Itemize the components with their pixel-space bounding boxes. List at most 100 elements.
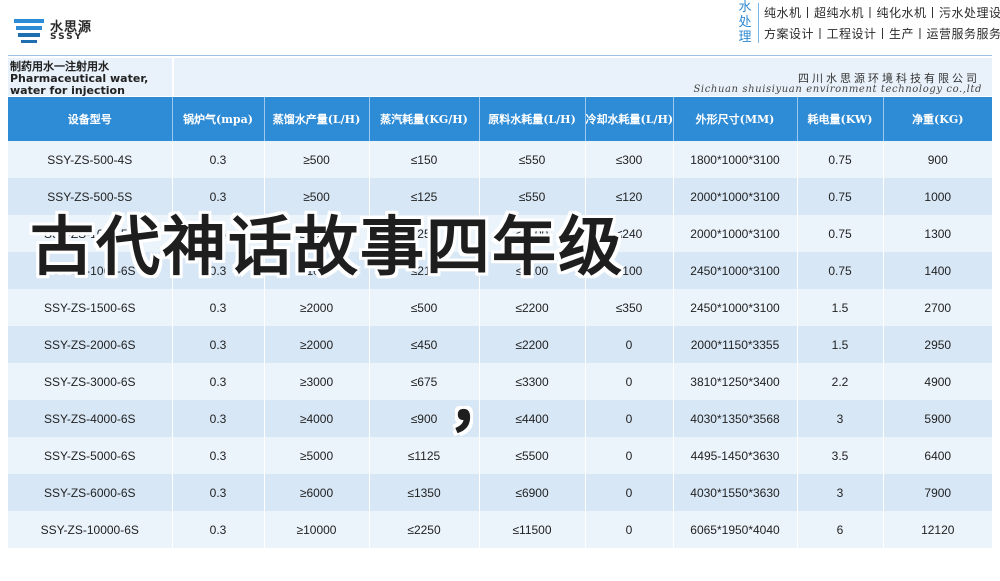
side-char: 处 bbox=[738, 15, 752, 30]
table-cell: SSY-ZS-5000-6S bbox=[8, 437, 173, 474]
table-cell: ≤550 bbox=[479, 141, 586, 178]
service-divider bbox=[758, 3, 759, 43]
table-cell: ≤1350 bbox=[369, 474, 480, 511]
table-cell: 2450*1000*3100 bbox=[673, 289, 798, 326]
column-header: 蒸馏水产量(L/H) bbox=[264, 97, 370, 141]
table-cell: 0.75 bbox=[797, 141, 884, 178]
table-cell: ≤350 bbox=[585, 289, 674, 326]
table-cell: ≤300 bbox=[585, 141, 674, 178]
table-cell: ≤150 bbox=[369, 141, 480, 178]
table-cell: ≥500 bbox=[264, 141, 370, 178]
table-cell: SSY-ZS-10000-6S bbox=[8, 511, 173, 548]
table-cell: ≤6900 bbox=[479, 474, 586, 511]
column-header: 耗电量(KW) bbox=[797, 97, 884, 141]
table-cell: ≤2250 bbox=[369, 511, 480, 548]
table-row: SSY-ZS-6000-6S 0.3 ≥6000 ≤1350 ≤6900 0 4030*15… bbox=[8, 474, 992, 511]
header-rule bbox=[8, 55, 992, 56]
table-cell: 1300 bbox=[883, 215, 992, 252]
table-cell: 0.3 bbox=[172, 400, 265, 437]
document-title: 制药用水一注射用水 Pharmaceutical water, water fo… bbox=[8, 58, 172, 97]
table-cell: 0.3 bbox=[172, 437, 265, 474]
table-cell: 0 bbox=[585, 400, 674, 437]
table-cell: ≤11500 bbox=[479, 511, 586, 548]
table-cell: ≤500 bbox=[369, 289, 480, 326]
table-cell: 3 bbox=[797, 474, 884, 511]
table-cell: 2000*1000*3100 bbox=[673, 178, 798, 215]
table-cell: 1000 bbox=[883, 178, 992, 215]
service-offerings-line: 方案设计丨工程设计丨生产丨运营服务服务 bbox=[764, 27, 1000, 41]
table-cell: 0.3 bbox=[172, 141, 265, 178]
table-cell: 0.3 bbox=[172, 326, 265, 363]
logo-english-name: SSSY bbox=[50, 32, 84, 42]
title-chinese: 制药用水一注射用水 bbox=[10, 60, 109, 73]
table-cell: 3.5 bbox=[797, 437, 884, 474]
table-row: SSY-ZS-500-4S 0.3 ≥500 ≤150 ≤550 ≤300 1800*100… bbox=[8, 141, 992, 178]
table-cell: 0.3 bbox=[172, 363, 265, 400]
table-cell: SSY-ZS-1500-6S bbox=[8, 289, 173, 326]
table-cell: SSY-ZS-6000-6S bbox=[8, 474, 173, 511]
table-cell: ≥3000 bbox=[264, 363, 370, 400]
table-cell: 4030*1350*3568 bbox=[673, 400, 798, 437]
title-english: Pharmaceutical water, water for injectio… bbox=[10, 72, 149, 97]
table-cell: ≥2000 bbox=[264, 289, 370, 326]
column-header: 蒸汽耗量(KG/H) bbox=[369, 97, 480, 141]
side-char: 水 bbox=[738, 0, 752, 15]
table-cell: 2000*1000*3100 bbox=[673, 215, 798, 252]
table-header-row: 设备型号 锅炉气(mpa) 蒸馏水产量(L/H) 蒸汽耗量(KG/H) 原料水耗量(L/… bbox=[8, 97, 992, 141]
overlay-comma: ， bbox=[448, 367, 512, 441]
table-cell: 0.75 bbox=[797, 178, 884, 215]
table-cell: 0 bbox=[585, 326, 674, 363]
table-cell: 4030*1550*3630 bbox=[673, 474, 798, 511]
column-header: 锅炉气(mpa) bbox=[172, 97, 265, 141]
service-banner: 水 处 理 纯水机丨超纯水机丨纯化水机丨污水处理设备 方案设计丨工程设计丨生产丨… bbox=[734, 0, 1000, 46]
overlay-headline: 古代神话故事四年级 bbox=[30, 211, 624, 285]
table-cell: 4900 bbox=[883, 363, 992, 400]
table-cell: 2.2 bbox=[797, 363, 884, 400]
table-cell: ≥5000 bbox=[264, 437, 370, 474]
column-header: 净重(KG) bbox=[883, 97, 992, 141]
water-drop-logo-icon bbox=[14, 19, 44, 43]
table-cell: 0 bbox=[585, 474, 674, 511]
column-header: 冷却水耗量(L/H) bbox=[585, 97, 674, 141]
top-header: 水思源 SSSY 水 处 理 纯水机丨超纯水机丨纯化水机丨污水处理设备 方案设计… bbox=[0, 0, 1000, 58]
service-products-line: 纯水机丨超纯水机丨纯化水机丨污水处理设备 bbox=[764, 6, 1000, 20]
table-cell: 900 bbox=[883, 141, 992, 178]
table-cell: SSY-ZS-3000-6S bbox=[8, 363, 173, 400]
company-band: 四川水思源环境科技有限公司 Sichuan shuisiyuan environ… bbox=[174, 58, 992, 96]
table-cell: ≥10000 bbox=[264, 511, 370, 548]
table-cell: 2000*1150*3355 bbox=[673, 326, 798, 363]
table-cell: 2450*1000*3100 bbox=[673, 252, 798, 289]
table-cell: 7900 bbox=[883, 474, 992, 511]
table-cell: 3810*1250*3400 bbox=[673, 363, 798, 400]
table-cell: 3 bbox=[797, 400, 884, 437]
table-cell: ≤2200 bbox=[479, 289, 586, 326]
table-cell: SSY-ZS-2000-6S bbox=[8, 326, 173, 363]
table-cell: 4495-1450*3630 bbox=[673, 437, 798, 474]
column-header: 原料水耗量(L/H) bbox=[479, 97, 586, 141]
table-cell: 6 bbox=[797, 511, 884, 548]
table-cell: 6065*1950*4040 bbox=[673, 511, 798, 548]
table-cell: 0.3 bbox=[172, 474, 265, 511]
table-cell: 2700 bbox=[883, 289, 992, 326]
table-cell: 12120 bbox=[883, 511, 992, 548]
table-cell: 0.75 bbox=[797, 252, 884, 289]
table-row: SSY-ZS-10000-6S 0.3 ≥10000 ≤2250 ≤11500 0 6065… bbox=[8, 511, 992, 548]
table-cell: 1800*1000*3100 bbox=[673, 141, 798, 178]
table-cell: 0 bbox=[585, 363, 674, 400]
spec-table: 设备型号 锅炉气(mpa) 蒸馏水产量(L/H) 蒸汽耗量(KG/H) 原料水耗量(L/… bbox=[8, 97, 992, 548]
table-cell: 5900 bbox=[883, 400, 992, 437]
table-cell: 6400 bbox=[883, 437, 992, 474]
column-header: 外形尺寸(MM) bbox=[673, 97, 798, 141]
table-cell: SSY-ZS-4000-6S bbox=[8, 400, 173, 437]
table-cell: 1400 bbox=[883, 252, 992, 289]
table-cell: 0.75 bbox=[797, 215, 884, 252]
brand-logo[interactable]: 水思源 SSSY bbox=[14, 14, 100, 48]
company-name-english: Sichuan shuisiyuan environment technolog… bbox=[693, 84, 982, 95]
side-char: 理 bbox=[738, 30, 752, 45]
table-cell: ≥2000 bbox=[264, 326, 370, 363]
table-cell: 0 bbox=[585, 511, 674, 548]
column-header: 设备型号 bbox=[8, 97, 173, 141]
table-cell: 2950 bbox=[883, 326, 992, 363]
table-cell: ≥4000 bbox=[264, 400, 370, 437]
table-cell: ≥6000 bbox=[264, 474, 370, 511]
